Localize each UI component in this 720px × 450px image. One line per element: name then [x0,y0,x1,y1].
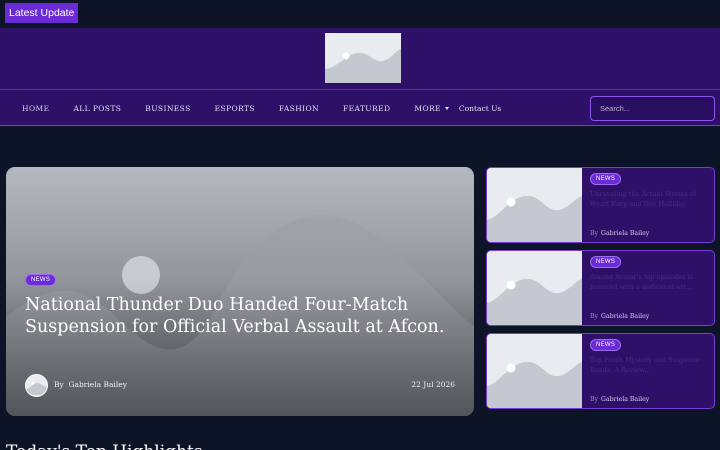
side-post-card[interactable]: NEWS Among Avatar's top episodes is hono… [486,250,715,326]
image-placeholder-icon [487,334,582,408]
site-logo[interactable] [325,33,401,83]
nav-item-featured[interactable]: FEATURED [343,104,390,113]
nav-item-home[interactable]: HOME [22,104,49,113]
author-line: By Gabriela Bailey [590,313,649,320]
nav-item-esports[interactable]: ESPORTS [215,104,255,113]
image-placeholder-icon [487,168,582,242]
chevron-down-icon [444,106,449,110]
side-post-card[interactable]: NEWS Top Fresh Mystery and Suspense Read… [486,333,715,409]
category-badge[interactable]: NEWS [590,339,622,351]
avatar[interactable] [25,374,48,397]
hero-post[interactable]: NEWS National Thunder Duo Handed Four-Ma… [6,167,474,416]
author-name[interactable]: Gabriela Bailey [601,230,649,237]
post-thumbnail[interactable] [487,251,582,325]
nav-item-more[interactable]: MORE [414,104,449,113]
category-badge[interactable]: NEWS [25,274,57,286]
by-label: By [590,313,599,320]
by-label: By [54,380,64,389]
nav-item-contact[interactable]: Contact Us [459,104,501,113]
by-label: By [590,396,599,403]
nav-item-all-posts[interactable]: ALL POSTS [73,104,121,113]
category-badge[interactable]: NEWS [590,173,622,185]
hero-title[interactable]: National Thunder Duo Handed Four-Match S… [25,294,445,338]
side-post-card[interactable]: NEWS Unraveling the Actual Stories of Wy… [486,167,715,243]
site-header: HOME ALL POSTS BUSINESS ESPORTS FASHION … [0,28,720,126]
author-name[interactable]: Gabriela Bailey [601,396,649,403]
hero-overlay [6,167,474,416]
author-line: By Gabriela Bailey [590,230,649,237]
post-thumbnail[interactable] [487,168,582,242]
nav-more-label: MORE [414,103,441,113]
image-placeholder-icon [487,251,582,325]
author-line: By Gabriela Bailey [590,396,649,403]
main-nav: HOME ALL POSTS BUSINESS ESPORTS FASHION … [22,90,525,126]
author-name[interactable]: Gabriela Bailey [69,380,127,389]
image-placeholder-icon [325,33,401,83]
section-title: Today's Top Highlights [6,442,203,450]
latest-update-label[interactable]: Latest Update [5,3,79,23]
top-bar: Latest Update [0,0,720,28]
nav-item-business[interactable]: BUSINESS [145,104,190,113]
search-input[interactable] [590,96,715,121]
side-post-title[interactable]: Among Avatar's top episodes is honored w… [590,272,708,292]
side-post-title[interactable]: Unraveling the Actual Stories of Wyatt E… [590,189,708,209]
by-label: By [590,230,599,237]
author-name[interactable]: Gabriela Bailey [601,313,649,320]
nav-item-fashion[interactable]: FASHION [279,104,319,113]
category-badge[interactable]: NEWS [590,256,622,268]
post-date: 22 Jul 2026 [411,380,455,389]
image-placeholder-icon [26,375,46,395]
side-post-title[interactable]: Top Fresh Mystery and Suspense Reads: A … [590,355,708,375]
post-thumbnail[interactable] [487,334,582,408]
author-line: By Gabriela Bailey [54,380,127,389]
